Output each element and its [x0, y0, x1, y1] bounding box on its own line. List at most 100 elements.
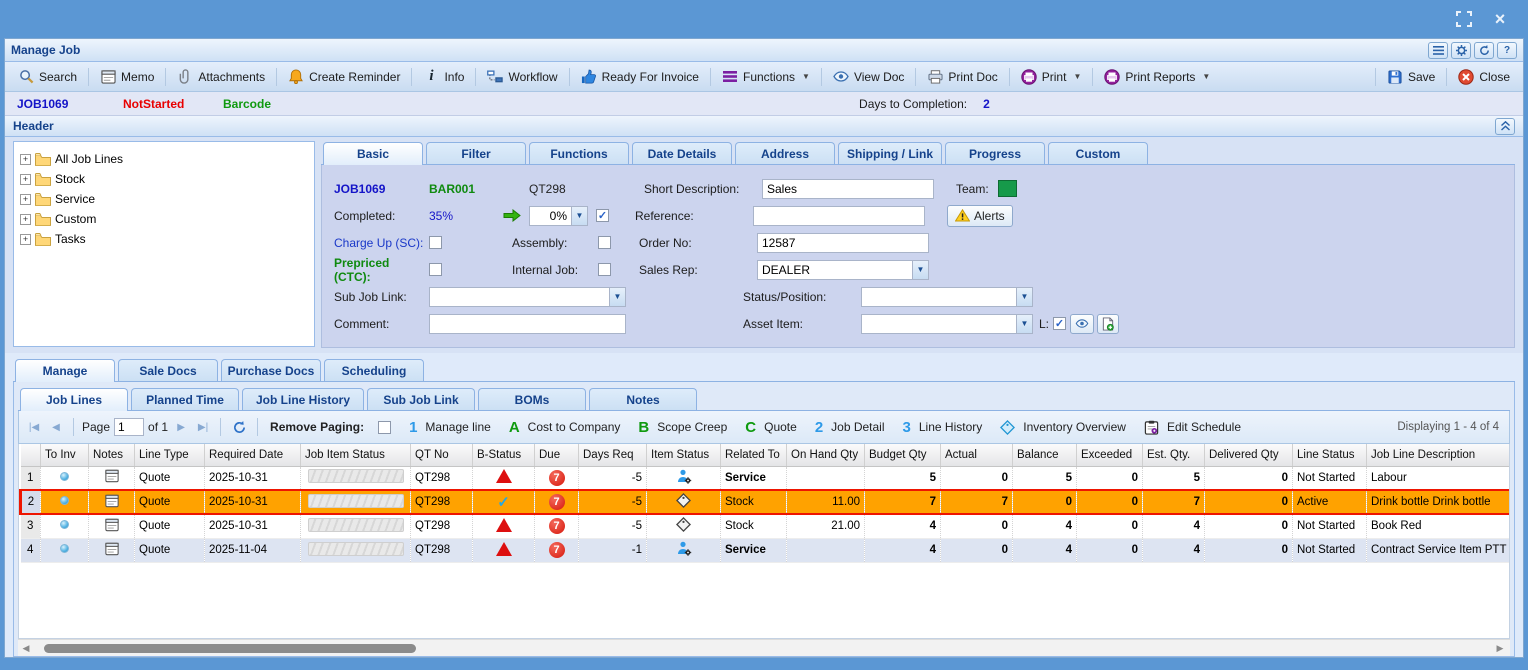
col-job-line-description[interactable]: Job Line Description	[1367, 444, 1511, 466]
order-no-input[interactable]	[757, 233, 929, 253]
print-button[interactable]: Print▼	[1014, 66, 1089, 88]
team-color-swatch[interactable]	[998, 180, 1017, 197]
tab-shipping-link[interactable]: Shipping / Link	[838, 142, 942, 164]
col-job-item-status[interactable]: Job Item Status	[301, 444, 411, 466]
sub-job-link-dropdown-trigger[interactable]: ▼	[609, 287, 626, 307]
internal-job-checkbox[interactable]	[598, 263, 611, 276]
collapse-icon[interactable]	[1495, 118, 1515, 135]
table-row-selected[interactable]: 2 Quote 2025-10-31 QT298 ✓ 7 -5 Stock	[21, 490, 1511, 514]
to-inv-icon[interactable]	[60, 472, 69, 481]
tab-sub-job-link[interactable]: Sub Job Link	[367, 388, 475, 410]
percent-input[interactable]	[529, 206, 571, 226]
sales-rep-dropdown-trigger[interactable]: ▼	[912, 260, 929, 280]
attachments-button[interactable]: Attachments	[170, 66, 272, 88]
table-row[interactable]: 1 Quote 2025-10-31 QT298 7 -5 Service	[21, 466, 1511, 490]
col-qt-no[interactable]: QT No	[411, 444, 473, 466]
tab-sale-docs[interactable]: Sale Docs	[118, 359, 218, 381]
tree-item-service[interactable]: + Service	[20, 189, 308, 209]
tab-notes[interactable]: Notes	[589, 388, 697, 410]
memo-button[interactable]: Memo	[93, 66, 161, 88]
tab-functions[interactable]: Functions	[529, 142, 629, 164]
expand-icon[interactable]: +	[20, 214, 31, 225]
save-button[interactable]: Save	[1380, 66, 1442, 88]
scroll-right-icon[interactable]: ▶	[1492, 643, 1508, 654]
list-icon[interactable]	[1428, 42, 1448, 59]
print-doc-button[interactable]: Print Doc	[920, 66, 1004, 88]
status-position-dropdown-trigger[interactable]: ▼	[1016, 287, 1033, 307]
prev-page-icon[interactable]: ◀	[47, 418, 65, 436]
refresh-grid-icon[interactable]	[229, 418, 249, 436]
expand-icon[interactable]: +	[20, 154, 31, 165]
edit-schedule-action[interactable]: Edit Schedule	[1144, 420, 1241, 435]
tree-item-stock[interactable]: + Stock	[20, 169, 308, 189]
scope-creep-action[interactable]: B Scope Creep	[638, 419, 727, 436]
tree-item-all-job-lines[interactable]: + All Job Lines	[20, 149, 308, 169]
expand-icon[interactable]: +	[20, 234, 31, 245]
col-on-hand-qty[interactable]: On Hand Qty	[787, 444, 865, 466]
print-reports-button[interactable]: Print Reports▼	[1097, 66, 1217, 88]
gear-icon[interactable]	[1451, 42, 1471, 59]
tab-address[interactable]: Address	[735, 142, 835, 164]
inventory-overview-action[interactable]: Inventory Overview	[1000, 420, 1126, 435]
workflow-button[interactable]: Workflow	[480, 66, 564, 88]
functions-button[interactable]: Functions▼	[715, 66, 817, 88]
expand-icon[interactable]: +	[20, 174, 31, 185]
close-window-icon[interactable]: ×	[1490, 9, 1510, 29]
col-related-to[interactable]: Related To	[721, 444, 787, 466]
status-position-input[interactable]	[861, 287, 1016, 307]
first-page-icon[interactable]: |◀	[25, 418, 43, 436]
tab-purchase-docs[interactable]: Purchase Docs	[221, 359, 321, 381]
tree-item-custom[interactable]: + Custom	[20, 209, 308, 229]
percent-checkbox[interactable]: ✓	[596, 209, 609, 222]
tree-item-tasks[interactable]: + Tasks	[20, 229, 308, 249]
tab-custom[interactable]: Custom	[1048, 142, 1148, 164]
col-to-inv[interactable]: To Inv	[41, 444, 89, 466]
asset-item-dropdown-trigger[interactable]: ▼	[1016, 314, 1033, 334]
col-line-type[interactable]: Line Type	[135, 444, 205, 466]
assembly-checkbox[interactable]	[598, 236, 611, 249]
col-rownum[interactable]	[21, 444, 41, 466]
create-reminder-button[interactable]: Create Reminder	[281, 66, 407, 88]
l-checkbox[interactable]: ✓	[1053, 317, 1066, 330]
help-icon[interactable]: ?	[1497, 42, 1517, 59]
view-doc-button[interactable]: View Doc	[826, 66, 911, 88]
ready-for-invoice-button[interactable]: Ready For Invoice	[574, 66, 706, 88]
col-delivered-qty[interactable]: Delivered Qty	[1205, 444, 1293, 466]
asset-item-input[interactable]	[861, 314, 1016, 334]
tab-date-details[interactable]: Date Details	[632, 142, 732, 164]
col-required-date[interactable]: Required Date	[205, 444, 301, 466]
col-est-qty[interactable]: Est. Qty.	[1143, 444, 1205, 466]
col-days-req[interactable]: Days Req	[579, 444, 647, 466]
tab-manage[interactable]: Manage	[15, 359, 115, 382]
job-detail-action[interactable]: 2 Job Detail	[815, 419, 885, 436]
tab-planned-time[interactable]: Planned Time	[131, 388, 239, 410]
notes-icon[interactable]	[105, 469, 119, 483]
line-history-action[interactable]: 3 Line History	[903, 419, 983, 436]
scrollbar-thumb[interactable]	[44, 644, 416, 653]
col-balance[interactable]: Balance	[1013, 444, 1077, 466]
barcode-link[interactable]: Barcode	[223, 97, 271, 111]
col-due[interactable]: Due	[535, 444, 579, 466]
manage-line-action[interactable]: 1 Manage line	[409, 419, 491, 436]
alerts-button[interactable]: Alerts	[947, 205, 1013, 227]
tab-basic[interactable]: Basic	[323, 142, 423, 165]
col-line-status[interactable]: Line Status	[1293, 444, 1367, 466]
advance-progress-arrow-icon[interactable]	[499, 208, 525, 224]
cost-to-company-action[interactable]: A Cost to Company	[509, 419, 621, 436]
tab-job-line-history[interactable]: Job Line History	[242, 388, 364, 410]
reference-input[interactable]	[753, 206, 925, 226]
tab-progress[interactable]: Progress	[945, 142, 1045, 164]
fullscreen-icon[interactable]	[1454, 9, 1474, 29]
comment-input[interactable]	[429, 314, 626, 334]
to-inv-icon[interactable]	[60, 496, 69, 505]
add-document-button[interactable]	[1097, 314, 1119, 334]
close-button[interactable]: Close	[1451, 66, 1517, 88]
notes-icon[interactable]	[105, 494, 119, 508]
table-row[interactable]: 4 Quote 2025-11-04 QT298 7 -1 Service	[21, 538, 1511, 562]
col-b-status[interactable]: B-Status	[473, 444, 535, 466]
charge-up-checkbox[interactable]	[429, 236, 442, 249]
refresh-icon[interactable]	[1474, 42, 1494, 59]
sub-job-link-input[interactable]	[429, 287, 609, 307]
next-page-icon[interactable]: ▶	[172, 418, 190, 436]
notes-icon[interactable]	[105, 518, 119, 532]
